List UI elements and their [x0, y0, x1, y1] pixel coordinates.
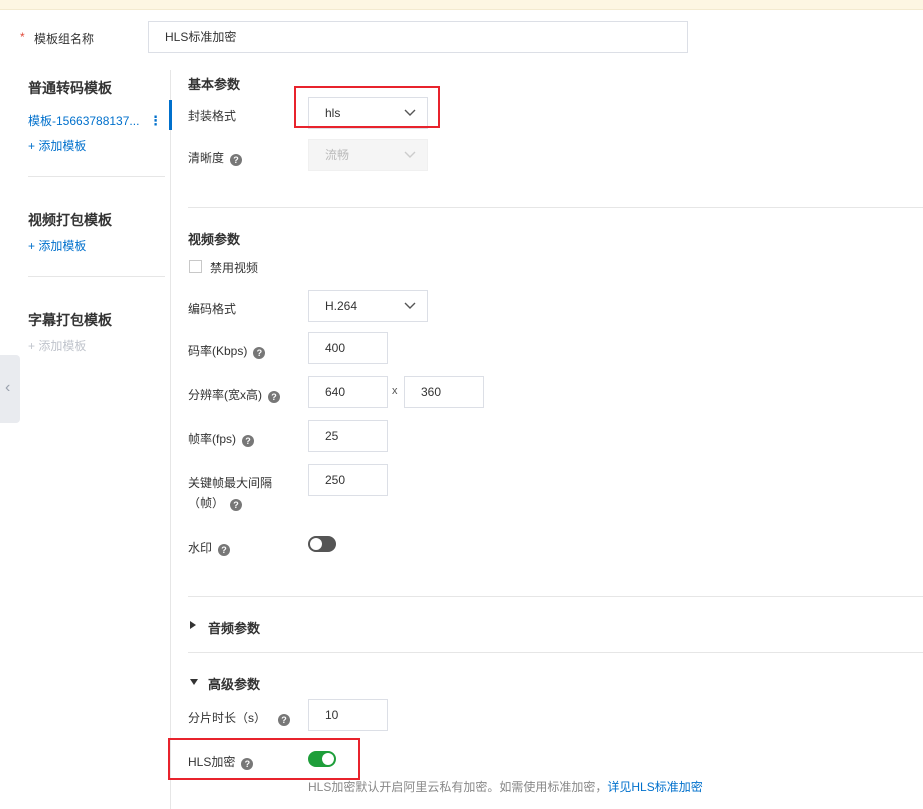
- hls-standard-encrypt-link[interactable]: 详见HLS标准加密: [607, 780, 702, 794]
- fps-input[interactable]: 25: [308, 420, 388, 452]
- help-icon[interactable]: ?: [230, 499, 243, 511]
- quality-label: 清晰度: [188, 151, 225, 165]
- bitrate-label: 码率(Kbps): [188, 344, 248, 358]
- watermark-label-row: 水印?: [188, 539, 231, 556]
- sidebar-divider: [28, 176, 165, 177]
- hint-text: HLS加密默认开启阿里云私有加密。如需使用标准加密，: [308, 780, 608, 794]
- help-icon[interactable]: ?: [253, 347, 266, 359]
- advanced-params-title[interactable]: 高级参数: [208, 674, 260, 693]
- more-vertical-icon[interactable]: ⋮: [149, 113, 162, 129]
- watermark-label: 水印: [188, 541, 213, 555]
- height-input[interactable]: 360: [404, 376, 484, 408]
- segment-label-row: 分片时长（s）?: [188, 709, 291, 726]
- add-transcode-template-link[interactable]: + 添加模板: [28, 137, 86, 154]
- sidebar-divider: [28, 276, 165, 277]
- fps-label-row: 帧率(fps)?: [188, 430, 255, 447]
- sidebar-section-video-pack-title: 视频打包模板: [28, 212, 112, 228]
- toggle-knob: [310, 538, 322, 550]
- collapse-handle[interactable]: ‹: [0, 355, 20, 423]
- resolution-label-row: 分辨率(宽x高)?: [188, 386, 280, 403]
- bitrate-label-row: 码率(Kbps)?: [188, 342, 266, 359]
- quality-select[interactable]: 流畅: [308, 139, 428, 171]
- template-group-name-label: 模板组名称: [34, 32, 95, 46]
- hls-encrypt-hint: HLS加密默认开启阿里云私有加密。如需使用标准加密，详见HLS标准加密: [308, 778, 703, 795]
- quality-label-row: 清晰度?: [188, 149, 243, 166]
- video-params-title: 视频参数: [188, 232, 241, 247]
- template-group-name-input[interactable]: HLS标准加密: [148, 21, 688, 53]
- help-icon[interactable]: ?: [230, 154, 243, 166]
- container-format-label: 封装格式: [188, 109, 237, 123]
- help-icon[interactable]: ?: [278, 714, 291, 726]
- chevron-down-icon: [404, 151, 416, 158]
- times-sign: x: [392, 385, 398, 397]
- section-divider: [188, 596, 923, 597]
- caret-down-icon[interactable]: [190, 679, 198, 685]
- add-video-pack-template-link[interactable]: + 添加模板: [28, 237, 86, 254]
- fps-label: 帧率(fps): [188, 432, 237, 446]
- audio-params-title[interactable]: 音频参数: [208, 618, 260, 637]
- section-divider: [188, 652, 923, 653]
- bitrate-input[interactable]: 400: [308, 332, 388, 364]
- required-mark: *: [20, 30, 25, 44]
- add-subtitle-pack-template-link[interactable]: + 添加模板: [28, 337, 86, 354]
- caret-right-icon[interactable]: [190, 621, 196, 629]
- help-icon[interactable]: ?: [268, 391, 280, 403]
- help-icon[interactable]: ?: [242, 435, 255, 447]
- watermark-toggle[interactable]: [308, 536, 336, 552]
- disable-video-label: 禁用视频: [210, 261, 259, 275]
- selected-indicator: [169, 100, 172, 130]
- gop-label-line1: 关键帧最大间隔: [188, 476, 273, 490]
- disable-video-checkbox[interactable]: [189, 260, 202, 273]
- sidebar-section-transcode-title: 普通转码模板: [28, 80, 112, 96]
- width-input[interactable]: 640: [308, 376, 388, 408]
- chevron-left-icon: ‹: [5, 379, 11, 396]
- sidebar-item-transcode-template[interactable]: 模板-15663788137... ⋮: [28, 112, 170, 129]
- help-icon[interactable]: ?: [218, 544, 231, 556]
- gop-input[interactable]: 250: [308, 464, 388, 496]
- sidebar-section-subtitle-pack-title: 字幕打包模板: [28, 312, 112, 328]
- codec-label: 编码格式: [188, 302, 237, 316]
- sidebar-item-label: 模板-15663788137...: [28, 114, 140, 128]
- chevron-down-icon: [404, 302, 416, 309]
- gop-label-line2-row: （帧）?: [188, 494, 243, 511]
- quality-value: 流畅: [325, 148, 350, 162]
- resolution-label: 分辨率(宽x高): [188, 388, 262, 402]
- gop-label-line2: （帧）: [188, 496, 225, 510]
- segment-duration-input[interactable]: 10: [308, 699, 388, 731]
- basic-params-title: 基本参数: [188, 77, 241, 92]
- codec-select[interactable]: H.264: [308, 290, 428, 322]
- segment-label: 分片时长（s）: [188, 711, 267, 725]
- highlight-box-hls-encrypt: [168, 738, 360, 780]
- codec-value: H.264: [325, 299, 358, 313]
- section-divider: [188, 207, 923, 208]
- highlight-box-container: [294, 86, 440, 128]
- sidebar-separator: [170, 70, 171, 809]
- notice-strip: [0, 0, 923, 10]
